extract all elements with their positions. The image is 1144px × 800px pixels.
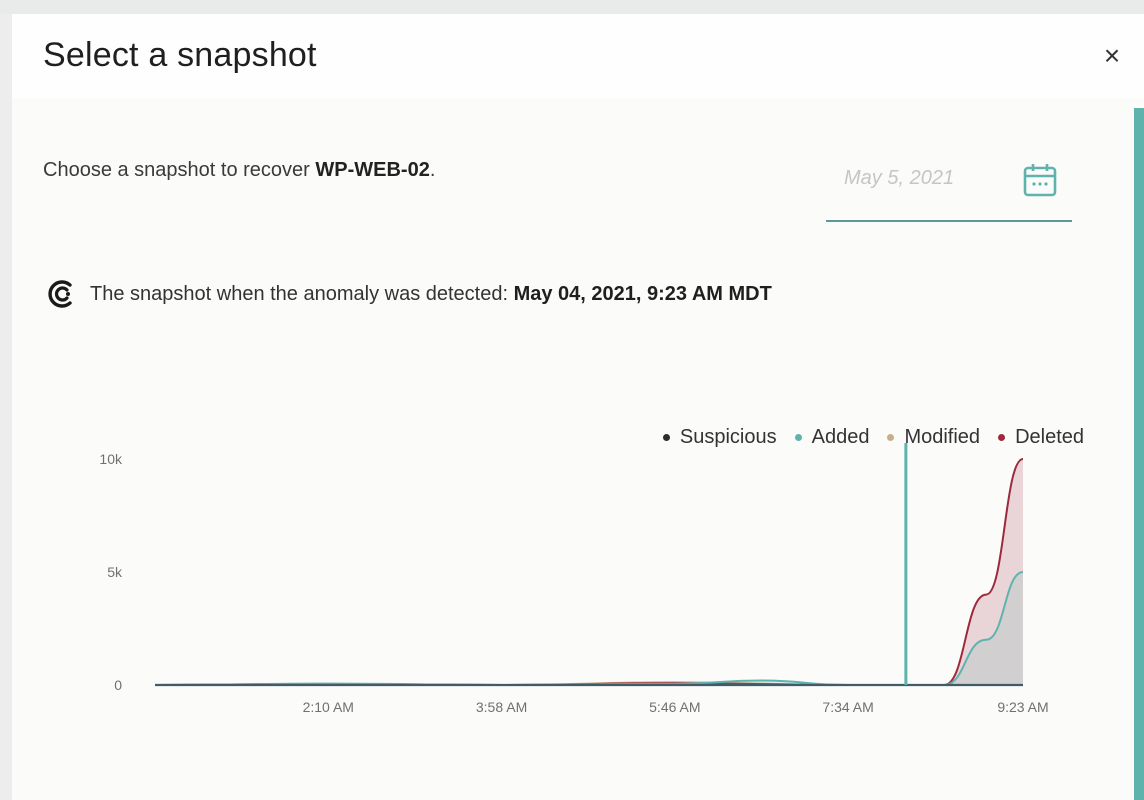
x-tick-label: 3:58 AM <box>476 699 527 715</box>
series-line-added <box>154 571 1024 687</box>
x-tick-label: 2:10 AM <box>303 699 354 715</box>
series-area-deleted <box>155 459 1023 685</box>
y-tick-label: 0 <box>114 677 122 693</box>
x-tick-label: 7:34 AM <box>822 699 873 715</box>
x-tick-label: 9:23 AM <box>997 699 1048 715</box>
y-tick-label: 5k <box>107 564 123 580</box>
x-tick-label: 5:46 AM <box>649 699 700 715</box>
y-tick-label: 10k <box>99 451 123 467</box>
series-area-added <box>155 572 1023 685</box>
series-line-deleted <box>154 458 1024 687</box>
activity-chart[interactable]: 0 5k 10k 2:10 AM 3:58 AM 5:46 AM 7:34 AM 9:23 A… <box>0 0 1144 800</box>
